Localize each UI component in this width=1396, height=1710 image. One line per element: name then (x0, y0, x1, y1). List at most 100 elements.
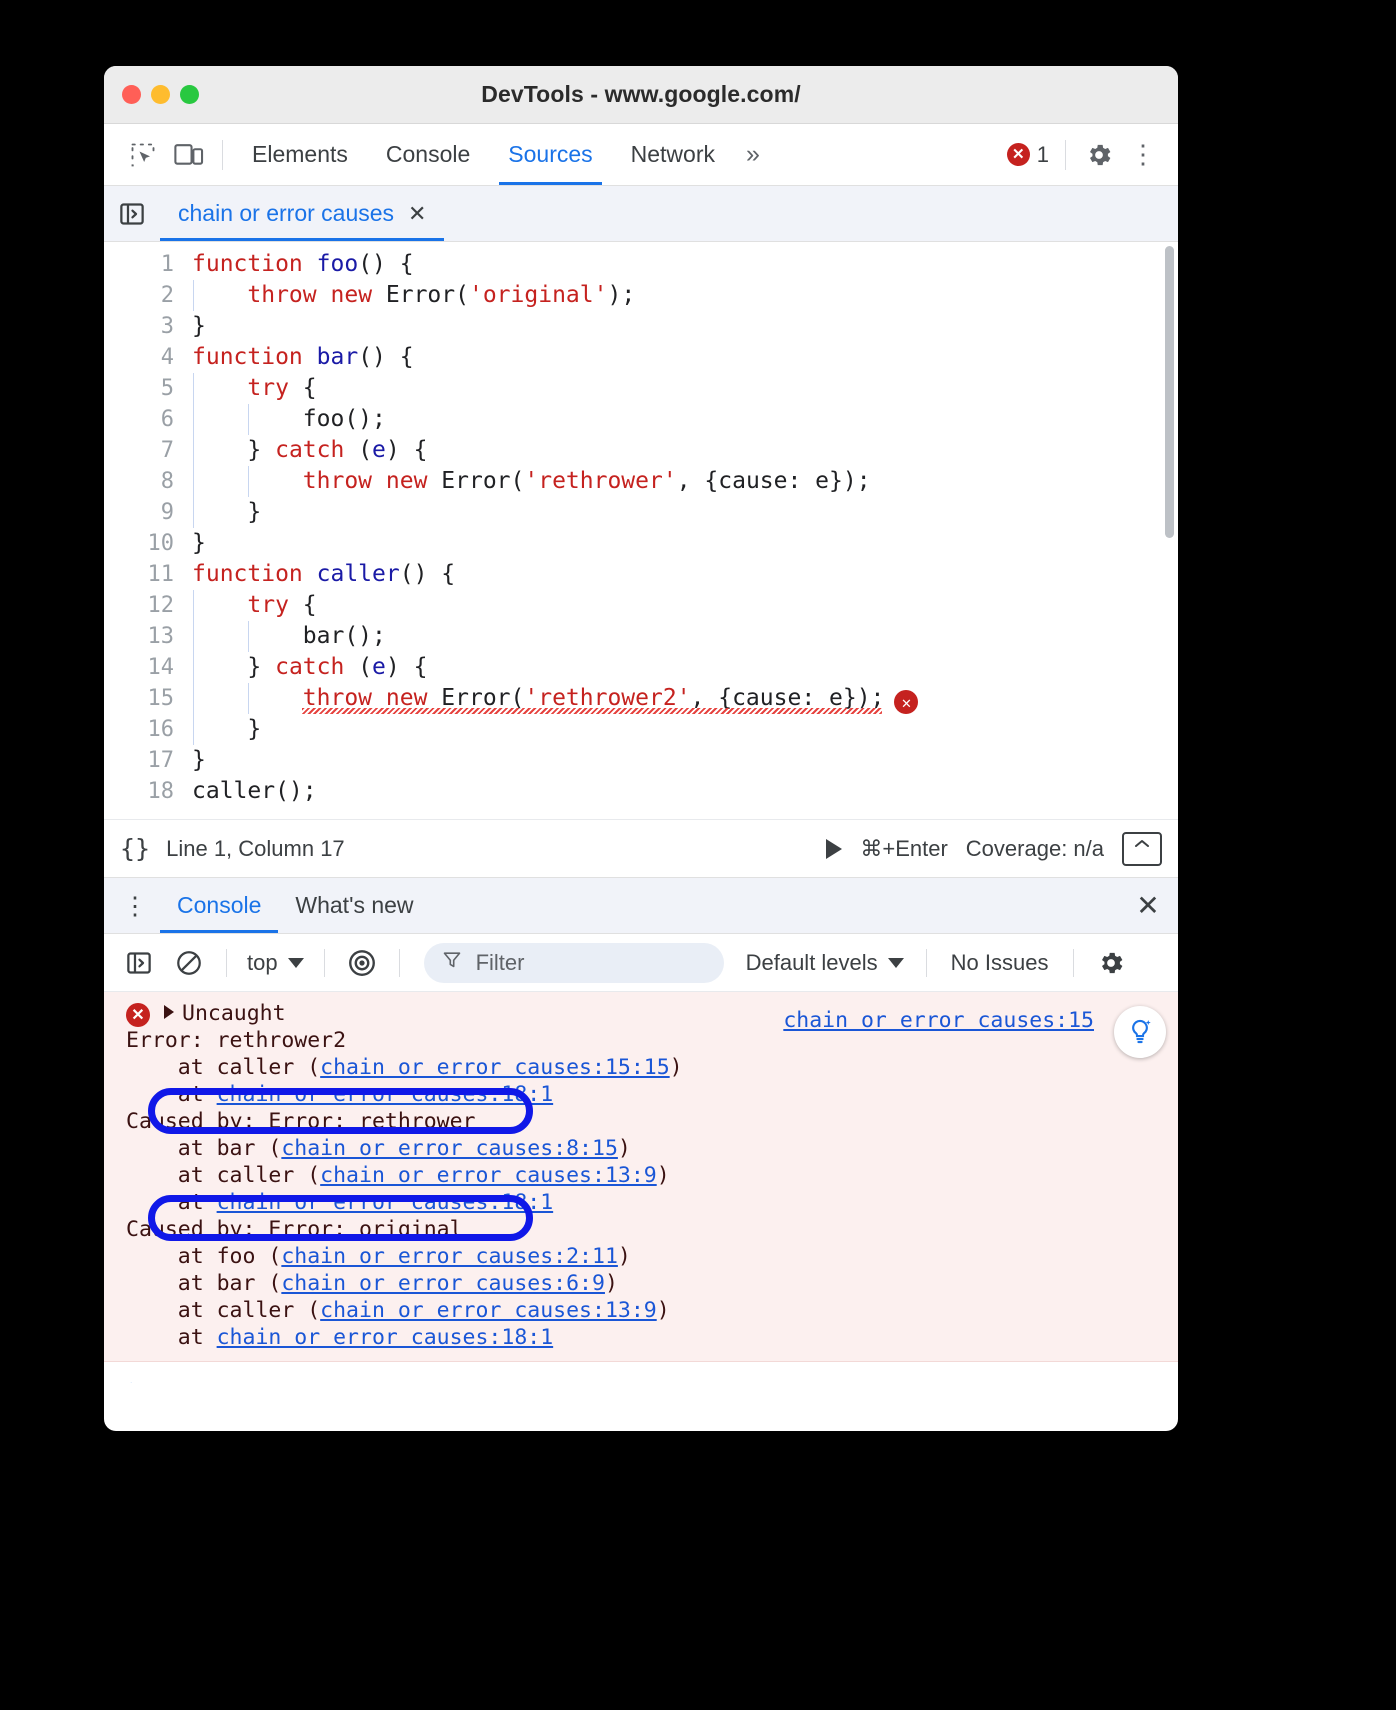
stack-frame-prefix: at foo ( (126, 1244, 282, 1269)
drawer-tab-whats-new[interactable]: What's new (278, 878, 430, 933)
stack-frame-link[interactable]: chain or error causes:18:1 (217, 1082, 554, 1107)
code-text: } catch (e) { (192, 437, 428, 463)
stack-frame-link[interactable]: chain or error causes:6:9 (281, 1271, 605, 1296)
stack-frame-prefix: at (126, 1082, 217, 1107)
code-line: 12 try { (104, 590, 1178, 621)
stack-frame-prefix: at (126, 1190, 217, 1215)
drawer-tab-console[interactable]: Console (160, 878, 279, 933)
close-drawer-icon[interactable]: ✕ (1118, 878, 1178, 933)
line-number: 18 (147, 779, 175, 804)
file-tab-chain-or-error-causes[interactable]: chain or error causes ✕ (160, 186, 445, 241)
inspect-element-icon[interactable] (120, 133, 166, 177)
inline-error-icon[interactable]: ✕ (894, 690, 919, 715)
code-editor[interactable]: 1 function foo() { 2 throw new Error('orig… (104, 242, 1178, 820)
show-navigator-icon[interactable] (104, 186, 160, 241)
stack-frame-suffix: ) (669, 1055, 683, 1080)
error-source-link[interactable]: chain or error causes:15 (783, 1008, 1094, 1033)
code-line: 7 } catch (e) { (104, 435, 1178, 466)
console-sidebar-icon[interactable] (116, 941, 162, 985)
tab-elements[interactable]: Elements (233, 124, 367, 185)
console-toolbar: top Filter Default levels No Issues (104, 934, 1178, 992)
panel-tab-list: Elements Console Sources Network » (233, 124, 772, 185)
console-prompt[interactable]: › (104, 1362, 1178, 1383)
console-settings-gear-icon[interactable] (1088, 941, 1134, 985)
stack-frame-prefix: at bar ( (126, 1136, 282, 1161)
clear-console-icon[interactable] (166, 941, 212, 985)
more-tabs-icon[interactable]: » (734, 140, 772, 169)
ai-assistance-icon[interactable] (1114, 1006, 1166, 1058)
tab-console[interactable]: Console (367, 124, 489, 185)
chevron-down-icon-2 (887, 957, 904, 968)
console-error-message[interactable]: ✕ Uncaught chain or error causes:15 Erro… (104, 992, 1178, 1362)
stack-frame-prefix: at caller ( (126, 1298, 321, 1323)
console-toolbar-divider-4 (925, 948, 927, 977)
code-text: function caller() { (192, 561, 456, 587)
popout-icon[interactable] (1122, 831, 1162, 866)
console-error-summary: Uncaught (164, 1000, 286, 1027)
sources-file-tabstrip: chain or error causes ✕ (104, 186, 1178, 242)
toolbar-divider (222, 139, 223, 170)
execution-context-selector[interactable]: top (241, 950, 310, 976)
stack-frame-link[interactable]: chain or error causes:18:1 (217, 1190, 554, 1215)
line-number: 17 (147, 748, 175, 773)
code-line: 11 function caller() { (104, 559, 1178, 590)
code-text: try { (247, 592, 317, 618)
expand-triangle-icon[interactable] (164, 1005, 174, 1019)
code-text: } (192, 747, 206, 773)
log-levels-selector[interactable]: Default levels (738, 950, 912, 976)
close-icon[interactable]: ✕ (408, 201, 426, 227)
error-count-badge[interactable]: ✕ 1 (1006, 141, 1055, 168)
pretty-print-icon[interactable]: {} (120, 834, 150, 863)
code-line: 6 foo(); (104, 404, 1178, 435)
cursor-position-label: Line 1, Column 17 (166, 835, 345, 861)
line-number: 1 (160, 252, 174, 277)
stack-frame-suffix: ) (617, 1244, 631, 1269)
error-count-value: 1 (1036, 141, 1049, 167)
filter-icon (442, 950, 462, 976)
minimize-window-button[interactable] (151, 85, 170, 104)
code-text: } catch (e) { (192, 654, 428, 680)
console-stack-trace: Error: rethrower2 at caller (chain or er… (104, 1027, 1178, 1351)
filter-input[interactable]: Filter (423, 942, 724, 983)
issues-counter[interactable]: No Issues (941, 950, 1059, 976)
maximize-window-button[interactable] (180, 85, 199, 104)
window-controls[interactable] (122, 85, 199, 104)
filter-placeholder: Filter (475, 949, 525, 975)
code-text: } (192, 499, 262, 525)
main-menu-kebab-icon[interactable]: ⋮ (1122, 139, 1164, 170)
line-number: 12 (147, 593, 175, 618)
code-line: 1 function foo() { (104, 249, 1178, 280)
play-icon[interactable] (826, 838, 843, 859)
error-squiggle (302, 707, 882, 714)
code-lines: 1 function foo() { 2 throw new Error('orig… (104, 242, 1178, 807)
tab-sources[interactable]: Sources (489, 124, 611, 185)
live-expression-icon[interactable] (339, 941, 385, 985)
editor-vertical-scrollbar[interactable] (1165, 246, 1174, 538)
code-text: function foo() { (192, 251, 414, 277)
code-line: 2 throw new Error('original'); (104, 280, 1178, 311)
line-number: 10 (147, 531, 175, 556)
drawer-tabstrip: ⋮ Console What's new ✕ (104, 878, 1178, 934)
code-text: } (192, 313, 206, 339)
run-shortcut-label: ⌘+Enter (860, 835, 948, 861)
device-toolbar-icon[interactable] (166, 133, 212, 177)
stack-frame-line: at bar (chain or error causes:6:9) (104, 1270, 1178, 1297)
console-output[interactable]: ✕ Uncaught chain or error causes:15 Erro… (104, 992, 1178, 1383)
line-number: 9 (160, 500, 174, 525)
code-line: 5 try { (104, 373, 1178, 404)
code-line: 16 } (104, 714, 1178, 745)
code-text: try { (247, 375, 317, 401)
stack-frame-link[interactable]: chain or error causes:18:1 (217, 1325, 554, 1350)
drawer-menu-kebab-icon[interactable]: ⋮ (110, 878, 160, 933)
line-number: 4 (160, 345, 174, 370)
stack-frame-link[interactable]: chain or error causes:2:11 (281, 1244, 618, 1269)
stack-frame-link[interactable]: chain or error causes:13:9 (320, 1298, 657, 1323)
stack-frame-line: at chain or error causes:18:1 (104, 1189, 1178, 1216)
stack-frame-link[interactable]: chain or error causes:13:9 (320, 1163, 657, 1188)
close-window-button[interactable] (122, 85, 141, 104)
prompt-chevron-icon: › (126, 1373, 140, 1383)
gear-icon[interactable] (1076, 133, 1122, 177)
tab-network[interactable]: Network (612, 124, 734, 185)
stack-frame-link[interactable]: chain or error causes:15:15 (320, 1055, 670, 1080)
stack-frame-link[interactable]: chain or error causes:8:15 (281, 1136, 618, 1161)
